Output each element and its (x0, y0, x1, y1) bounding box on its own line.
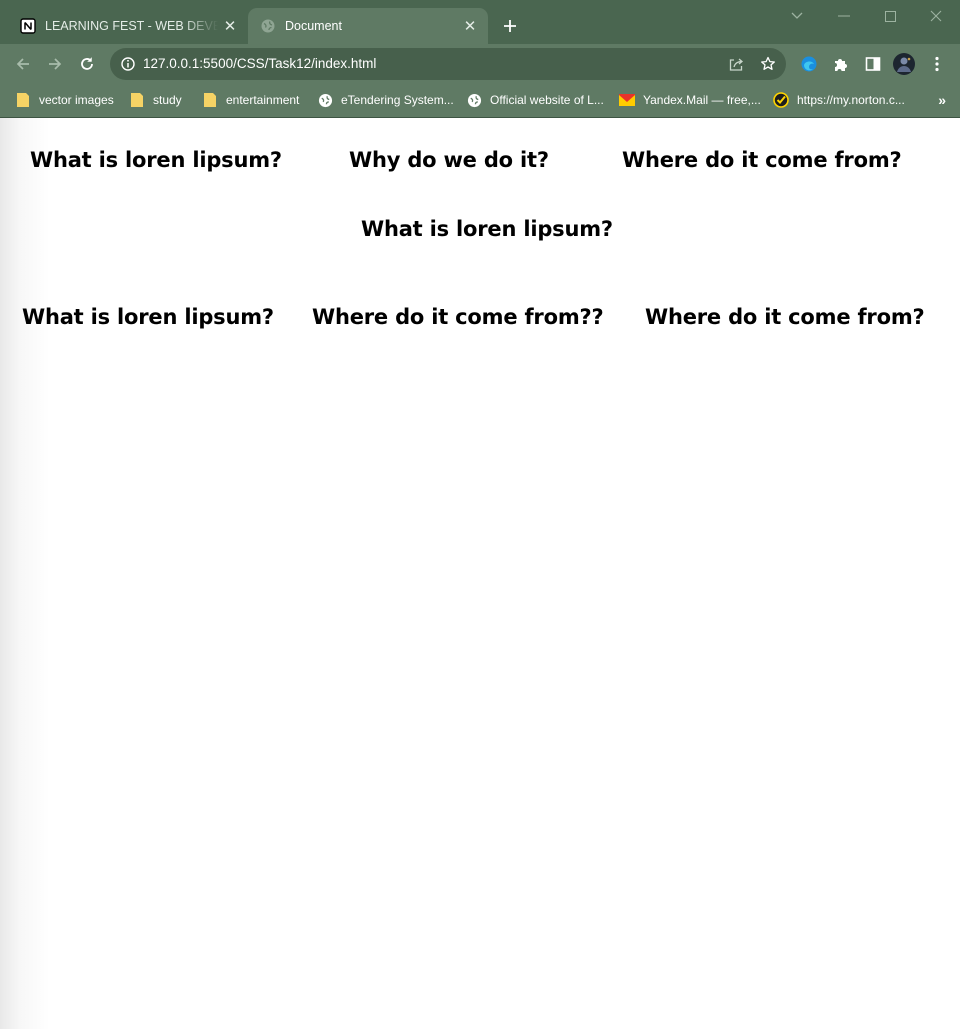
close-tab-icon[interactable]: ✕ (218, 14, 242, 38)
bookmark-label: entertainment (226, 93, 300, 107)
bookmark-label: eTendering System... (341, 93, 454, 107)
maximize-icon[interactable] (867, 4, 913, 28)
bookmark-label: study (153, 93, 182, 107)
more-bookmarks-chevron[interactable]: » (938, 92, 946, 108)
heading-why-do-we-do-it: Why do we do it? (349, 148, 549, 172)
page-viewport: What is loren lipsum? Why do we do it? W… (0, 118, 960, 1029)
bookmark-label: Yandex.Mail — free,... (643, 93, 761, 107)
bookmarks-bar: vector images study entertainment eTende… (0, 84, 960, 118)
address-bar[interactable]: 127.0.0.1:5500/CSS/Task12/index.html (110, 48, 786, 80)
tab-document[interactable]: Document ✕ (248, 8, 488, 44)
tab-search-chevron-icon[interactable] (774, 4, 820, 28)
site-info-icon[interactable] (120, 56, 136, 72)
bookmark-label: vector images (39, 93, 114, 107)
notion-icon (20, 18, 36, 34)
new-tab-button[interactable] (498, 14, 522, 38)
window-shadow (0, 118, 50, 1029)
extension-edge-icon[interactable] (798, 53, 820, 75)
bookmark-entertainment[interactable]: entertainment (202, 90, 299, 110)
share-icon[interactable] (726, 54, 746, 74)
profile-avatar[interactable] (893, 53, 915, 75)
bookmark-label: https://my.norton.c... (797, 93, 905, 107)
tab-title: Document (285, 19, 342, 33)
globe-icon (317, 92, 333, 108)
side-panel-icon[interactable] (862, 53, 884, 75)
address-url: 127.0.0.1:5500/CSS/Task12/index.html (143, 56, 377, 71)
heading-what-is-lorem-center: What is loren lipsum? (361, 217, 613, 241)
globe-icon (260, 18, 276, 34)
bookmark-label: Official website of L... (490, 93, 604, 107)
browser-toolbar: 127.0.0.1:5500/CSS/Task12/index.html (0, 44, 960, 84)
close-window-icon[interactable] (913, 4, 959, 28)
bookmark-yandex-mail[interactable]: Yandex.Mail — free,... (619, 90, 761, 110)
bookmark-study[interactable]: study (129, 90, 182, 110)
bookmark-star-icon[interactable] (758, 54, 778, 74)
forward-arrow-icon[interactable] (43, 52, 67, 76)
heading-what-is-lorem-2: What is loren lipsum? (22, 305, 274, 329)
heading-what-is-lorem-1: What is loren lipsum? (30, 148, 282, 172)
tab-learning-fest[interactable]: LEARNING FEST - WEB DEVELOPMENT ✕ (8, 8, 248, 44)
browser-window-frame: LEARNING FEST - WEB DEVELOPMENT ✕ Docume… (0, 0, 960, 118)
heading-where-does-it-come-from-3: Where do it come from? (645, 305, 925, 329)
norton-icon (773, 92, 789, 108)
heading-where-does-it-come-from-2: Where do it come from?? (312, 305, 604, 329)
more-menu-icon[interactable] (926, 53, 948, 75)
bookmark-official-website[interactable]: Official website of L... (466, 90, 604, 110)
reload-icon[interactable] (75, 52, 99, 76)
extensions-puzzle-icon[interactable] (830, 53, 852, 75)
back-arrow-icon[interactable] (11, 52, 35, 76)
bookmark-vector-images[interactable]: vector images (15, 90, 114, 110)
close-tab-icon[interactable]: ✕ (458, 14, 482, 38)
bookmark-etendering[interactable]: eTendering System... (317, 90, 454, 110)
bookmark-norton[interactable]: https://my.norton.c... (773, 90, 905, 110)
tab-strip: LEARNING FEST - WEB DEVELOPMENT ✕ Docume… (0, 0, 960, 44)
folder-icon (202, 92, 218, 108)
heading-where-does-it-come-from-1: Where do it come from? (622, 148, 902, 172)
minimize-icon[interactable] (821, 4, 867, 28)
folder-icon (15, 92, 31, 108)
folder-icon (129, 92, 145, 108)
mail-icon (619, 92, 635, 108)
globe-icon (466, 92, 482, 108)
tab-title: LEARNING FEST - WEB DEVELOPMENT (45, 19, 218, 33)
